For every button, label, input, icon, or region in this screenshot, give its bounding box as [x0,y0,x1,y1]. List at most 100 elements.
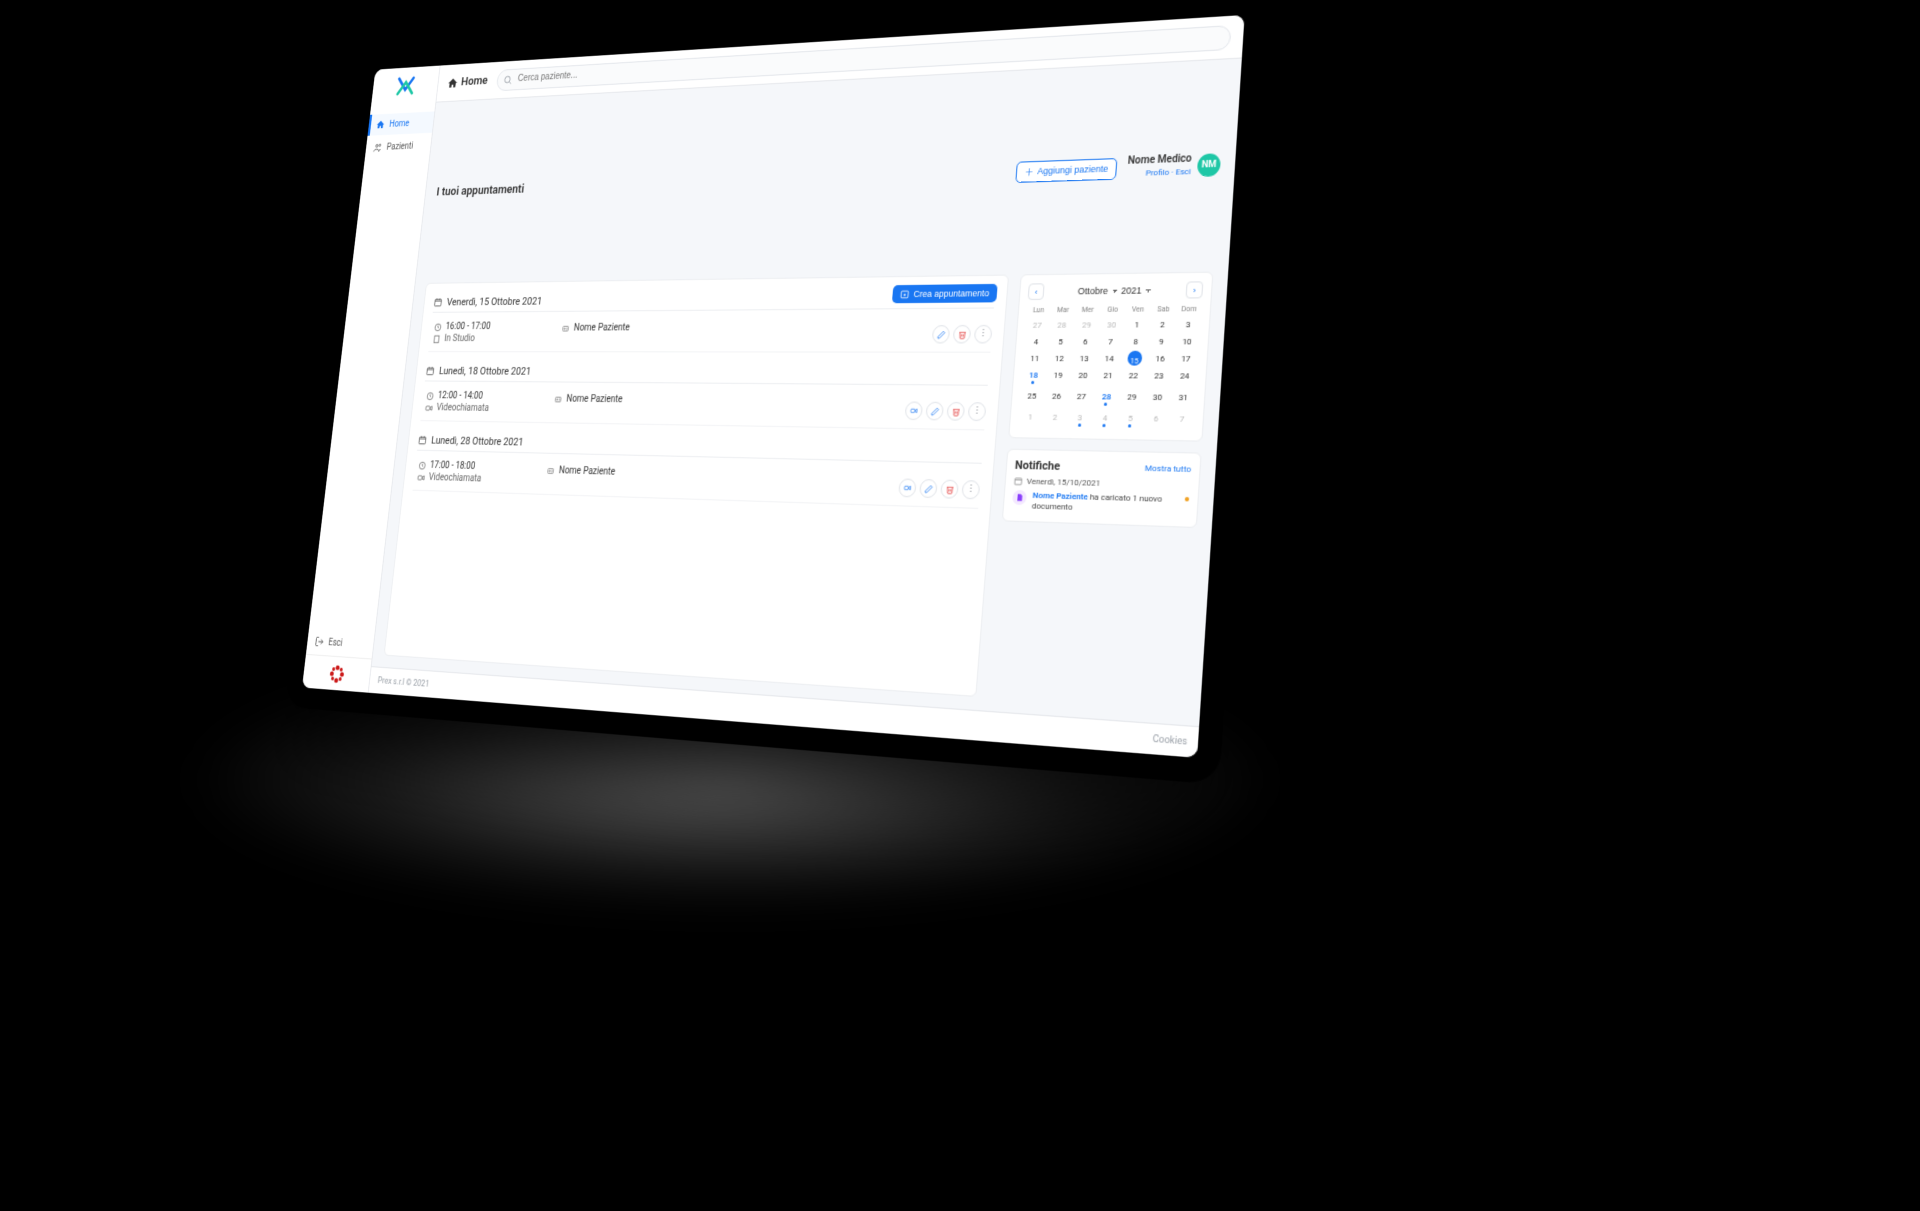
create-appointment-button[interactable]: Crea appuntamento [892,284,997,303]
calendar-day[interactable]: 8 [1123,334,1148,350]
calendar-day[interactable]: 13 [1072,351,1097,367]
breadcrumb: Home [447,74,489,90]
calendar-day[interactable]: 2 [1042,409,1067,429]
calendar-day[interactable]: 21 [1095,368,1121,388]
edit-appointment-button[interactable] [925,402,944,421]
calendar-day[interactable]: 30 [1144,389,1170,410]
calendar-day[interactable]: 15 [1127,351,1142,366]
delete-appointment-button[interactable] [946,402,965,421]
page-title: I tuoi appuntamenti [436,182,525,199]
appointment-more-button[interactable]: ⋮ [961,480,980,499]
appointment-row[interactable]: 12:00 - 14:00VideochiamataNome Paziente⋮ [420,387,987,430]
notification-patient[interactable]: Nome Paziente [1032,491,1088,502]
calendar-day[interactable]: 1 [1124,317,1149,333]
join-video-button[interactable] [905,402,924,421]
plus-icon: ＋ [1024,165,1034,178]
app-logo [371,66,440,107]
add-patient-button[interactable]: ＋ Aggiungi paziente [1015,158,1118,183]
calendar-next-button[interactable]: › [1185,281,1203,298]
calendar-day[interactable]: 29 [1119,389,1145,410]
calendar-day[interactable]: 19 [1045,367,1070,387]
footer-cookies-link[interactable]: Cookies [1152,734,1187,748]
clock-icon [426,391,435,400]
calendar-day[interactable]: 12 [1047,351,1072,367]
avatar[interactable]: NM [1197,153,1221,177]
notification-item[interactable]: Nome Paziente ha caricato 1 nuovo docume… [1011,490,1189,518]
calendar-day[interactable]: 3 [1067,410,1092,430]
calendar-day[interactable]: 16 [1147,351,1173,367]
calendar-day[interactable]: 2 [1150,317,1176,333]
notifications-show-all[interactable]: Mostra tutto [1145,463,1192,474]
calendar-day[interactable]: 9 [1148,334,1174,350]
calendar-day[interactable]: 26 [1044,388,1069,408]
sidebar-item-pazienti[interactable]: Pazienti [365,134,432,158]
calendar-day[interactable]: 28 [1050,317,1075,333]
calendar-day[interactable]: 7 [1169,411,1195,432]
calendar-day[interactable]: 4 [1092,410,1118,431]
sidebar-item-home[interactable]: Home [368,111,435,135]
logout-icon [314,636,324,648]
notifications-card: Notifiche Mostra tutto Venerdì, 15/10/20… [1002,449,1202,528]
calendar-day[interactable]: 18 [1021,367,1046,387]
calendar-day[interactable]: 11 [1023,351,1048,367]
sidebar-nav: Home Pazienti [365,111,435,158]
appointment-row[interactable]: 17:00 - 18:00VideochiamataNome Paziente⋮ [412,456,981,509]
delete-appointment-button[interactable] [940,480,959,499]
create-appointment-label: Crea appuntamento [913,288,990,299]
appointment-row[interactable]: 16:00 - 17:00In StudioNome Paziente⋮ [428,315,993,353]
calendar-day[interactable]: 27 [1025,317,1050,333]
profile-link[interactable]: Profilo [1145,168,1169,178]
calendar-day[interactable]: 14 [1097,351,1122,367]
appointment-day-header: Lunedì, 18 Ottobre 2021 [425,361,990,386]
search-icon [503,74,513,85]
calendar-day[interactable]: 22 [1120,368,1146,388]
delete-appointment-button[interactable] [953,325,972,343]
calendar-day[interactable]: 17 [1173,351,1199,367]
user-logout-link[interactable]: Esci [1175,167,1191,177]
document-icon [1012,490,1027,505]
calendar-day[interactable]: 6 [1073,334,1098,350]
right-rail: ‹ Ottobre 2021 › LunMarMerG [988,272,1213,712]
notification-date: Venerdì, 15/10/2021 [1013,476,1190,490]
calendar-plus-icon [900,289,910,299]
patient-card-icon [561,324,570,333]
patient-card-icon [554,394,563,404]
calendar-month-select[interactable]: Ottobre [1077,286,1117,297]
appointment-actions: ⋮ [905,395,987,421]
home-icon [375,119,385,130]
calendar-day[interactable]: 3 [1175,317,1201,333]
calendar-day[interactable]: 29 [1074,317,1099,333]
appointment-more-button[interactable]: ⋮ [968,402,987,421]
calendar-icon [433,297,443,307]
calendar-day[interactable]: 24 [1171,368,1197,389]
calendar-card: ‹ Ottobre 2021 › LunMarMerG [1008,272,1213,442]
calendar-prev-button[interactable]: ‹ [1028,283,1045,300]
calendar-day[interactable]: 4 [1024,334,1049,350]
sidebar-item-label: Pazienti [386,141,414,152]
calendar-weekday: Sab [1151,303,1176,316]
edit-appointment-button[interactable] [932,325,951,343]
calendar-day[interactable]: 5 [1117,410,1143,431]
calendar-day[interactable]: 5 [1048,334,1073,350]
calendar-day[interactable]: 31 [1170,389,1196,410]
join-video-button[interactable] [898,478,917,497]
calendar-day[interactable]: 25 [1019,388,1044,408]
calendar-day[interactable]: 23 [1146,368,1172,388]
calendar-day[interactable]: 1 [1018,409,1043,429]
appointment-more-button[interactable]: ⋮ [974,325,993,344]
add-patient-label: Aggiungi paziente [1037,164,1109,177]
appointment-mode: Videochiamata [436,403,489,414]
calendar-day[interactable]: 6 [1143,411,1169,432]
calendar-day[interactable]: 7 [1098,334,1123,350]
calendar-grid: LunMarMerGioVenSabDom2728293012345678910… [1018,303,1202,432]
calendar-icon [418,435,428,445]
calendar-day[interactable]: 27 [1069,389,1094,409]
calendar-day[interactable]: 28 [1094,389,1120,409]
calendar-day[interactable]: 20 [1070,368,1095,388]
edit-appointment-button[interactable] [919,479,938,498]
calendar-year-select[interactable]: 2021 [1121,285,1151,296]
calendar-day[interactable]: 30 [1099,317,1124,333]
appointment-time: 12:00 - 14:00 [437,391,483,402]
appointment-actions: ⋮ [932,319,993,344]
calendar-day[interactable]: 10 [1174,334,1200,350]
